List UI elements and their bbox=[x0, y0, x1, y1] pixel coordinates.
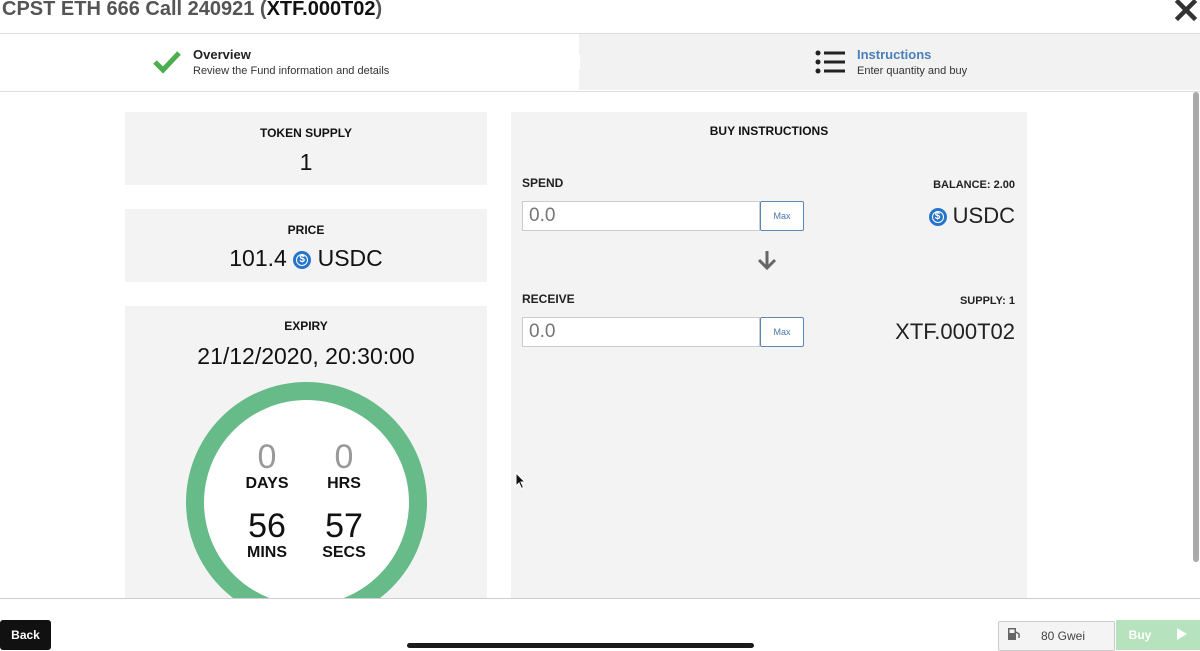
step-instructions-title: Instructions bbox=[857, 47, 932, 62]
secs-label: SECS bbox=[322, 544, 366, 561]
spend-currency: USDC bbox=[952, 203, 1015, 228]
step-header: Overview Review the Fund information and… bbox=[0, 33, 1200, 92]
buy-button[interactable]: Buy bbox=[1116, 620, 1200, 650]
home-indicator bbox=[407, 643, 754, 648]
balance-label: BALANCE: 2.00 bbox=[933, 179, 1015, 191]
price-value-row: 101.4 USDC bbox=[125, 245, 487, 272]
usdc-icon bbox=[928, 208, 947, 227]
window-title: CPST ETH 666 Call 240921 (XTF.000T02) bbox=[2, 0, 383, 20]
mouse-cursor-icon bbox=[515, 471, 527, 495]
hrs-label: HRS bbox=[327, 475, 361, 492]
step-instructions-subtitle: Enter quantity and buy bbox=[857, 65, 968, 77]
spend-label: SPEND bbox=[522, 176, 564, 190]
close-icon[interactable] bbox=[1172, 0, 1200, 24]
scrollbar[interactable] bbox=[1192, 90, 1200, 600]
supply-label: SUPPLY: 1 bbox=[959, 295, 1015, 307]
step-instructions[interactable]: Instructions Enter quantity and buy bbox=[580, 34, 1200, 90]
expiry-date: 21/12/2020, 20:30:00 bbox=[197, 343, 415, 369]
expiry-card: EXPIRY 21/12/2020, 20:30:00 0 DAYS 0 HRS… bbox=[125, 306, 487, 598]
mins-value: 56 bbox=[248, 507, 286, 545]
gas-pump-icon bbox=[1007, 627, 1021, 646]
buy-instructions-panel: BUY INSTRUCTIONS SPEND BALANCE: 2.00 Max… bbox=[511, 112, 1027, 598]
spend-max-button[interactable]: Max bbox=[760, 201, 804, 231]
receive-token: XTF.000T02 bbox=[895, 319, 1015, 344]
price-label: PRICE bbox=[287, 223, 325, 237]
receive-label: RECEIVE bbox=[522, 292, 575, 306]
spend-currency-row: USDC bbox=[928, 203, 1015, 229]
price-card: PRICE 101.4 USDC bbox=[125, 209, 487, 282]
expiry-label: EXPIRY bbox=[284, 319, 328, 333]
receive-max-button[interactable]: Max bbox=[760, 317, 804, 347]
step-overview-title: Overview bbox=[193, 47, 251, 62]
checkmark-icon bbox=[153, 50, 181, 79]
buy-label: Buy bbox=[1128, 628, 1152, 642]
step-overview[interactable]: Overview Review the Fund information and… bbox=[0, 34, 580, 90]
mins-label: MINS bbox=[247, 544, 287, 561]
token-supply-card: TOKEN SUPPLY 1 bbox=[125, 112, 487, 185]
title-token-code: XTF.000T02 bbox=[266, 0, 376, 20]
buy-instructions-heading: BUY INSTRUCTIONS bbox=[709, 124, 829, 138]
gas-price-value: 80 Gwei bbox=[1041, 629, 1086, 643]
hrs-value: 0 bbox=[334, 438, 354, 476]
list-icon bbox=[815, 50, 845, 79]
spend-input[interactable] bbox=[522, 201, 760, 231]
title-bar: CPST ETH 666 Call 240921 (XTF.000T02) bbox=[0, 0, 1200, 34]
secs-value: 57 bbox=[325, 507, 363, 545]
footer: Back 80 Gwei Buy bbox=[0, 598, 1200, 651]
step-overview-subtitle: Review the Fund information and details bbox=[193, 65, 390, 77]
price-currency: USDC bbox=[317, 245, 383, 271]
play-icon bbox=[1177, 627, 1188, 643]
price-value: 101.4 bbox=[229, 245, 287, 271]
back-button[interactable]: Back bbox=[0, 620, 51, 650]
days-value: 0 bbox=[257, 438, 277, 476]
receive-input[interactable] bbox=[522, 317, 760, 347]
arrow-down-icon bbox=[756, 249, 778, 276]
token-supply-label: TOKEN SUPPLY bbox=[259, 126, 353, 140]
token-supply-value: 1 bbox=[299, 149, 313, 175]
gas-price-box[interactable]: 80 Gwei bbox=[998, 621, 1115, 651]
usdc-icon bbox=[293, 250, 312, 269]
countdown-ring bbox=[186, 382, 427, 598]
days-label: DAYS bbox=[245, 475, 289, 492]
scrollbar-thumb[interactable] bbox=[1193, 92, 1199, 562]
